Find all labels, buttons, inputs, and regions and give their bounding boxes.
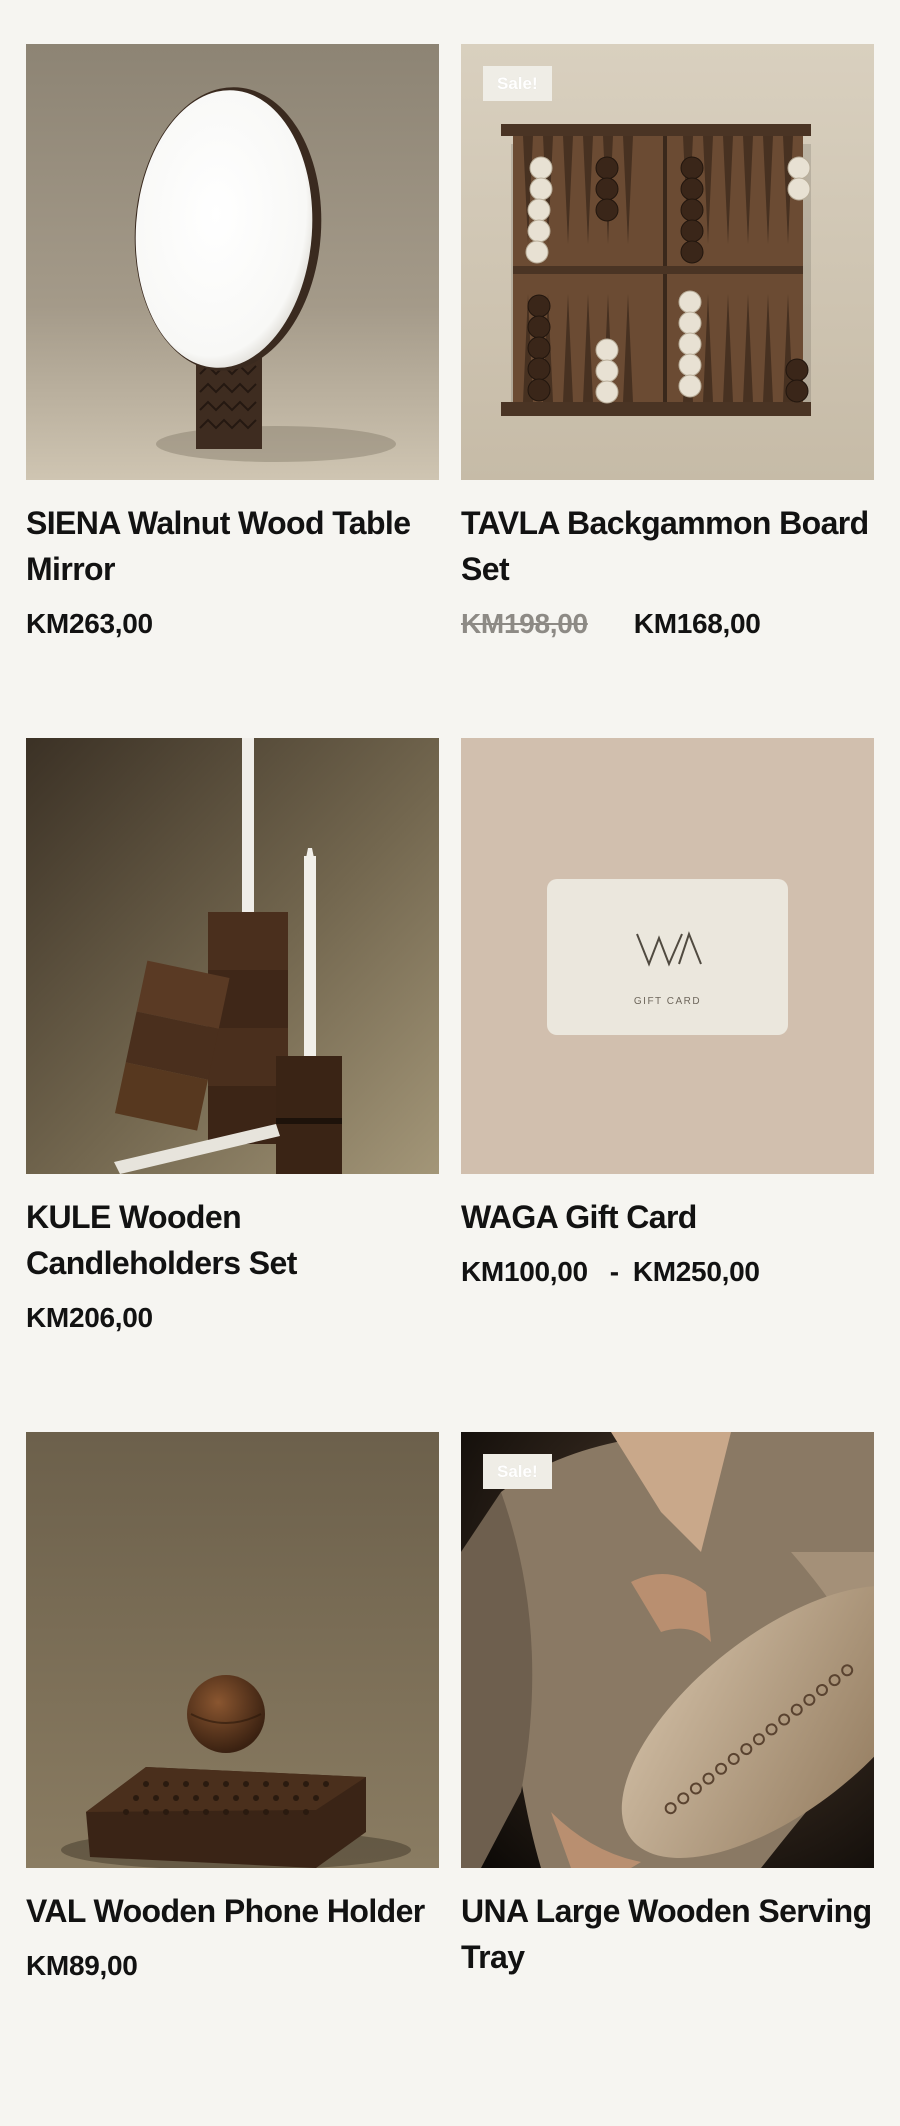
product-card-val[interactable]: VAL Wooden Phone Holder KM89,00 xyxy=(26,1432,439,2126)
product-card-waga-gift[interactable]: GIFT CARD WAGA Gift Card KM100,00- KM250,… xyxy=(461,738,874,1432)
price-original: KM198,00 xyxy=(461,608,588,639)
price-current: KM89,00 xyxy=(26,1950,138,1981)
table-mirror-image xyxy=(26,44,439,480)
product-price: KM89,00 xyxy=(26,1948,439,1984)
product-price: KM198,00 KM168,00 xyxy=(461,606,874,642)
gift-card-image: GIFT CARD xyxy=(461,738,874,1174)
product-image-link[interactable] xyxy=(26,44,439,480)
product-image-link[interactable] xyxy=(26,738,439,1174)
product-price: KM206,00 xyxy=(26,1300,439,1336)
product-price-range: KM100,00- KM250,00 xyxy=(461,1254,874,1290)
backgammon-board-image xyxy=(461,44,874,480)
product-card-tavla[interactable]: Sale! TAVLA Backgammon Board Set KM198,0… xyxy=(461,44,874,738)
product-card-kule[interactable]: KULE Wooden Candleholders Set KM206,00 xyxy=(26,738,439,1432)
product-title[interactable]: VAL Wooden Phone Holder xyxy=(26,1888,439,1934)
product-price: KM263,00 xyxy=(26,606,439,642)
product-card-siena[interactable]: SIENA Walnut Wood Table Mirror KM263,00 xyxy=(26,44,439,738)
price-current: KM206,00 xyxy=(26,1302,153,1333)
price-sale: KM168,00 xyxy=(633,608,761,639)
product-image-link[interactable]: GIFT CARD xyxy=(461,738,874,1174)
sale-badge: Sale! xyxy=(483,1454,552,1489)
price-max: KM250,00 xyxy=(632,1256,760,1287)
product-title[interactable]: KULE Wooden Candleholders Set xyxy=(26,1194,439,1286)
product-title[interactable]: TAVLA Backgammon Board Set xyxy=(461,500,874,592)
sale-badge: Sale! xyxy=(483,66,552,101)
phone-holder-image xyxy=(26,1432,439,1868)
price-min: KM100,00 xyxy=(461,1256,588,1287)
price-current: KM263,00 xyxy=(26,608,153,639)
product-title[interactable]: UNA Large Wooden Serving Tray xyxy=(461,1888,874,1980)
product-title[interactable]: SIENA Walnut Wood Table Mirror xyxy=(26,500,439,592)
serving-tray-image xyxy=(461,1432,874,1868)
product-card-una[interactable]: Sale! UNA Large Wooden Serving Tray xyxy=(461,1432,874,2126)
product-image-link[interactable]: Sale! xyxy=(461,44,874,480)
product-image-link[interactable]: Sale! xyxy=(461,1432,874,1868)
gift-card-label: GIFT CARD xyxy=(634,996,701,1007)
candleholders-image xyxy=(26,738,439,1174)
product-grid: SIENA Walnut Wood Table Mirror KM263,00 xyxy=(26,44,874,2126)
product-title[interactable]: WAGA Gift Card xyxy=(461,1194,874,1240)
product-image-link[interactable] xyxy=(26,1432,439,1868)
price-range-separator: - xyxy=(609,1256,619,1287)
